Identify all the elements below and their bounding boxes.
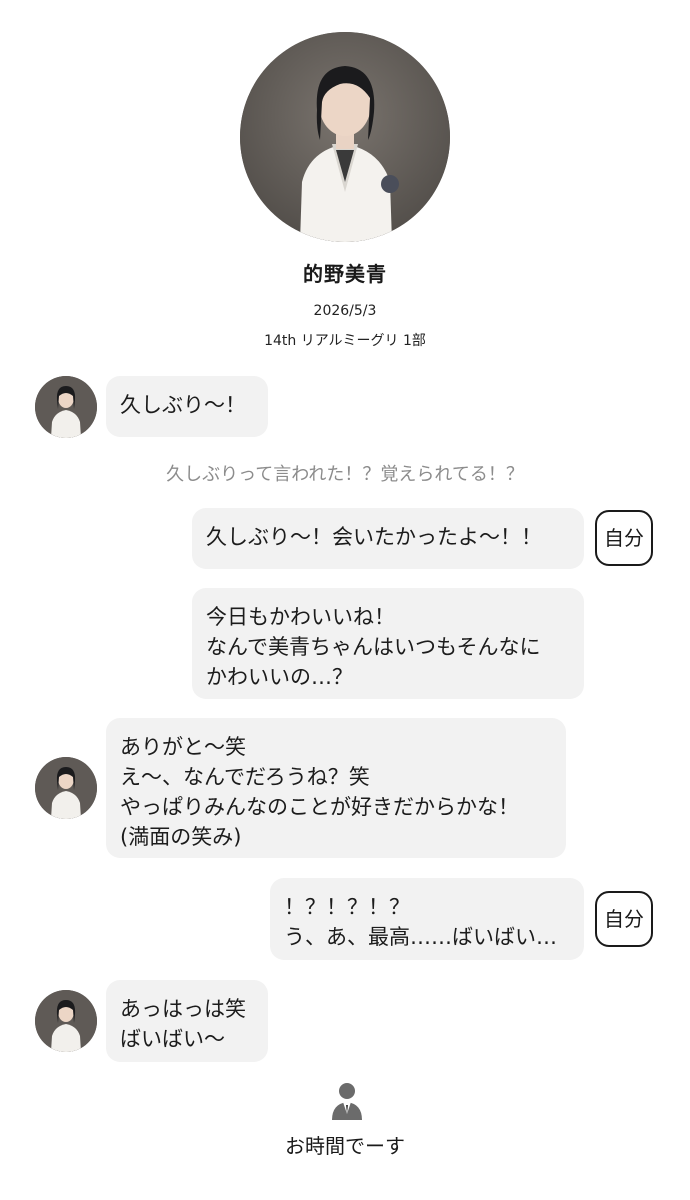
partner-avatar <box>35 990 97 1052</box>
message-text: 久しぶり〜！会いたかったよ〜！！ <box>206 525 542 549</box>
message-text: 久しぶり〜！ <box>120 393 246 417</box>
partner-message-bubble: あっはっは笑 ばいばい〜 <box>106 980 268 1062</box>
self-tag: 自分 <box>595 510 653 566</box>
message-text: ありがと〜笑 <box>120 735 246 759</box>
session-date: 2026/5/3 <box>313 303 377 319</box>
person-icon <box>330 1080 364 1120</box>
inner-thought-text: 久しぶりって言われた！？覚えられてる！？ <box>166 464 524 485</box>
self-message-bubble: 今日もかわいいね！ なんで美青ちゃんはいつもそんなに かわいいの…？ <box>192 588 584 699</box>
message-text: (満面の笑み) <box>120 825 242 849</box>
message-text: え〜、なんでだろうね？笑 <box>120 765 370 789</box>
self-message-bubble: 久しぶり〜！会いたかったよ〜！！ <box>192 508 584 569</box>
profile-name: 的野美青 <box>303 262 387 286</box>
self-message-bubble: ！？！？！？ う、あ、最高……ばいばい… <box>270 878 584 960</box>
self-tag: 自分 <box>595 891 653 947</box>
profile-photo <box>240 32 450 242</box>
message-text: ！？！？！？ <box>284 895 410 919</box>
message-text: かわいいの…？ <box>206 665 353 689</box>
partner-avatar <box>35 757 97 819</box>
partner-message-bubble: ありがと〜笑 え〜、なんでだろうね？笑 やっぱりみんなのことが好きだからかな！ … <box>106 718 566 858</box>
message-text: う、あ、最高……ばいばい… <box>284 925 557 949</box>
message-text: あっはっは笑 <box>120 997 246 1021</box>
message-text: なんで美青ちゃんはいつもそんなに <box>206 635 541 659</box>
session-event: 14th リアルミーグリ 1部 <box>264 333 426 349</box>
session-end-label: お時間でーす <box>285 1134 405 1158</box>
message-text: 今日もかわいいね！ <box>206 605 395 629</box>
partner-message-bubble: 久しぶり〜！ <box>106 376 268 437</box>
partner-avatar <box>35 376 97 438</box>
message-text: やっぱりみんなのことが好きだからかな！ <box>120 795 519 819</box>
message-text: ばいばい〜 <box>120 1027 225 1051</box>
